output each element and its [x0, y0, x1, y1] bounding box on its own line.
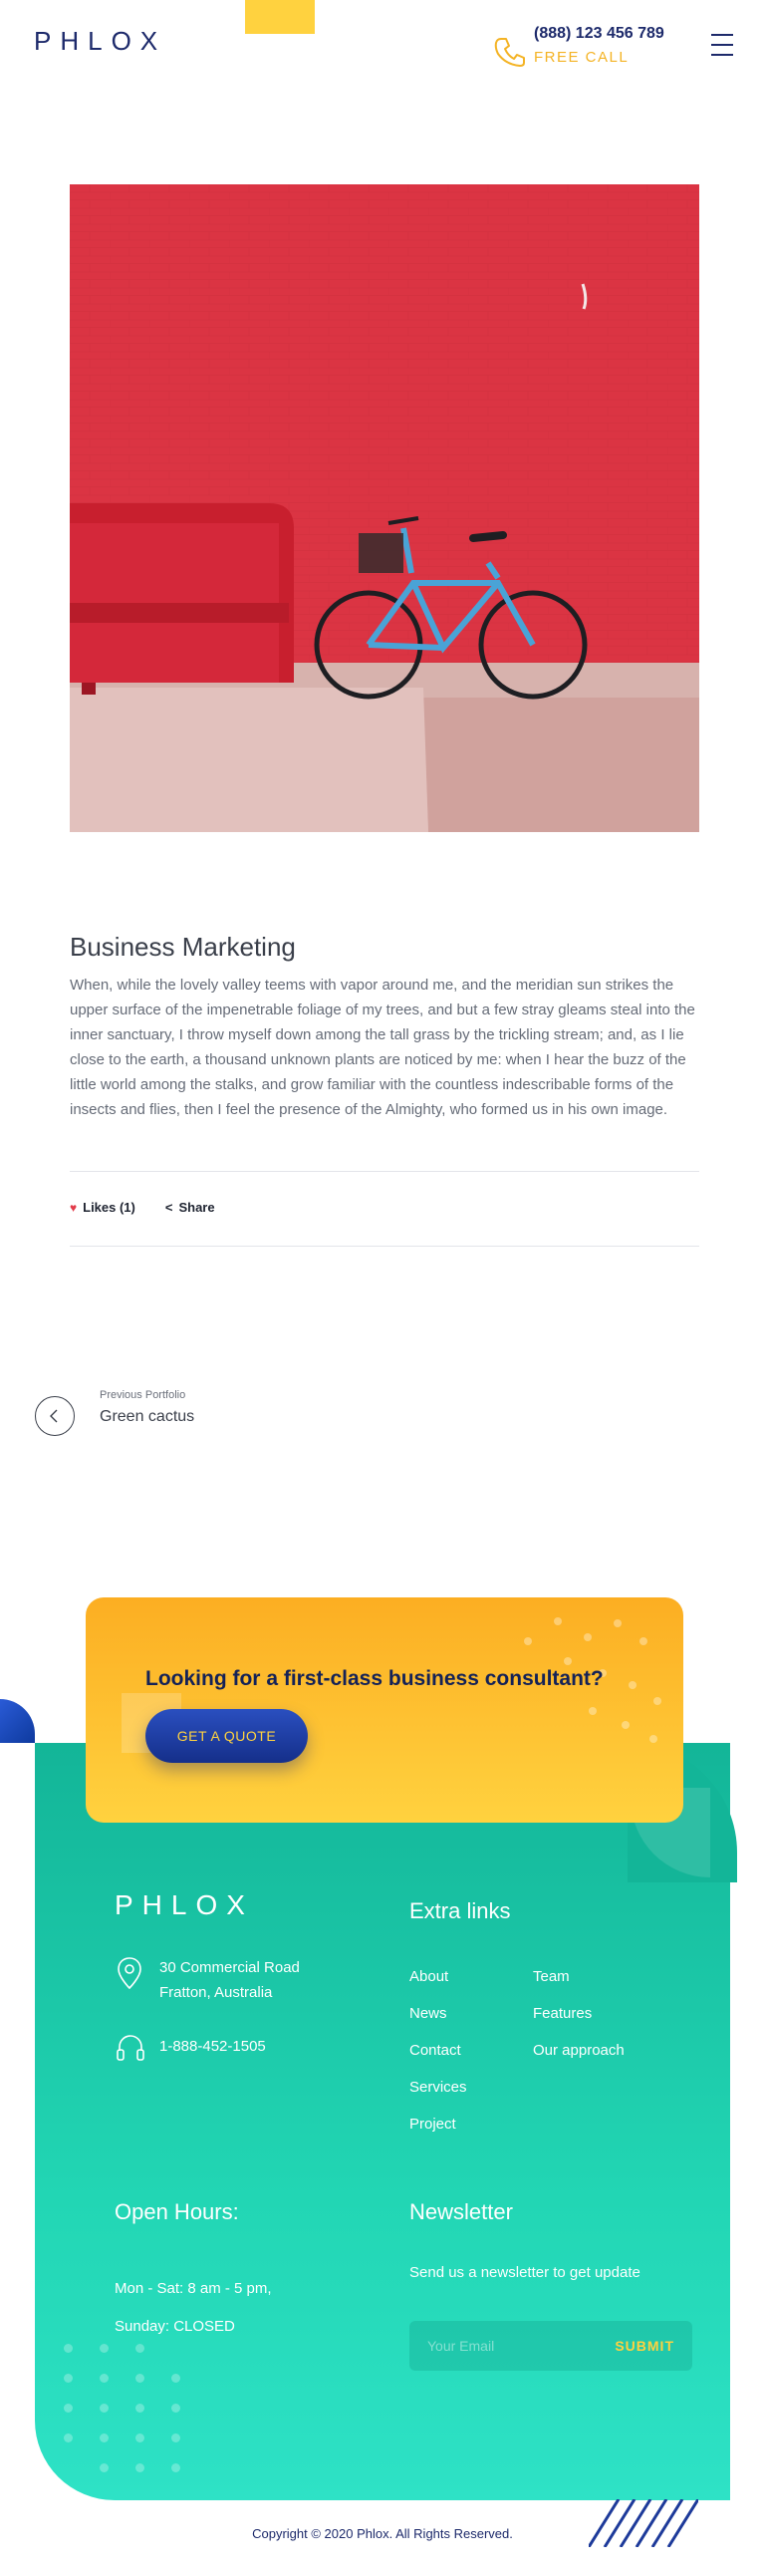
footer-background [35, 1743, 730, 2500]
footer-link-our-approach[interactable]: Our approach [533, 2042, 625, 2060]
newsletter-form: SUBMIT [409, 2321, 692, 2371]
share-button[interactable]: < Share [165, 1200, 215, 1215]
extra-links-title: Extra links [409, 1898, 511, 1923]
site-logo[interactable]: PHLOX [34, 26, 166, 57]
footer-address: 30 Commercial Road Fratton, Australia [159, 1955, 300, 2005]
newsletter-text: Send us a newsletter to get update [409, 2264, 640, 2281]
location-pin-icon [118, 1957, 141, 1990]
footer-link-services[interactable]: Services [409, 2079, 467, 2097]
copyright-text: Copyright © 2020 Phlox. All Rights Reser… [252, 2526, 513, 2541]
free-call-label: FREE CALL [534, 49, 630, 66]
footer-link-contact[interactable]: Contact [409, 2042, 467, 2060]
headset-icon [117, 2035, 144, 2061]
header-accent-tab [245, 0, 315, 34]
cta-card: Looking for a first-class business consu… [86, 1597, 683, 1823]
chevron-left-icon [50, 1409, 58, 1423]
submit-button[interactable]: SUBMIT [615, 2338, 674, 2354]
email-input[interactable] [427, 2338, 587, 2354]
get-a-quote-button[interactable]: GET A QUOTE [145, 1709, 308, 1763]
article-body: When, while the lovely valley teems with… [70, 977, 695, 1118]
site-header: PHLOX (888) 123 456 789 FREE CALL [0, 0, 765, 90]
heart-icon: ♥ [70, 1200, 78, 1215]
phone-icon [494, 38, 525, 67]
hamburger-menu-icon[interactable] [711, 34, 733, 56]
footer-link-about[interactable]: About [409, 1968, 467, 1986]
cta-title: Looking for a first-class business consu… [145, 1667, 604, 1690]
likes-label: Likes (1) [83, 1200, 135, 1215]
article-meta: ♥ Likes (1) < Share [70, 1200, 215, 1215]
hours-line: Sunday: CLOSED [115, 2318, 235, 2335]
divider [70, 1171, 699, 1172]
previous-portfolio-button[interactable] [35, 1396, 75, 1436]
share-icon: < [164, 1200, 173, 1215]
open-hours-title: Open Hours: [115, 2199, 239, 2224]
header-phone-number[interactable]: (888) 123 456 789 [534, 25, 664, 43]
hours-line: Mon - Sat: 8 am - 5 pm, [115, 2280, 272, 2297]
previous-portfolio-label: Previous Portfolio [100, 1389, 186, 1401]
likes-button[interactable]: ♥ Likes (1) [70, 1200, 135, 1215]
share-label: Share [178, 1200, 215, 1215]
extra-links-column-2: Team Features Our approach [533, 1968, 625, 2060]
footer-link-news[interactable]: News [409, 2005, 467, 2023]
divider [70, 1246, 699, 1247]
footer-link-project[interactable]: Project [409, 2116, 467, 2134]
address-line: Fratton, Australia [159, 1984, 273, 2001]
extra-links-column-1: About News Contact Services Project [409, 1968, 467, 2134]
previous-portfolio-title[interactable]: Green cactus [100, 1408, 194, 1426]
footer-link-team[interactable]: Team [533, 1968, 625, 1986]
footer-logo[interactable]: PHLOX [115, 1889, 254, 1921]
article-title: Business Marketing [70, 932, 296, 962]
decorative-corner [0, 1699, 35, 1743]
footer-link-features[interactable]: Features [533, 2005, 625, 2023]
address-line: 30 Commercial Road [159, 1959, 300, 1976]
footer-phone[interactable]: 1-888-452-1505 [159, 2038, 266, 2055]
newsletter-title: Newsletter [409, 2199, 513, 2224]
portfolio-image [70, 184, 699, 832]
